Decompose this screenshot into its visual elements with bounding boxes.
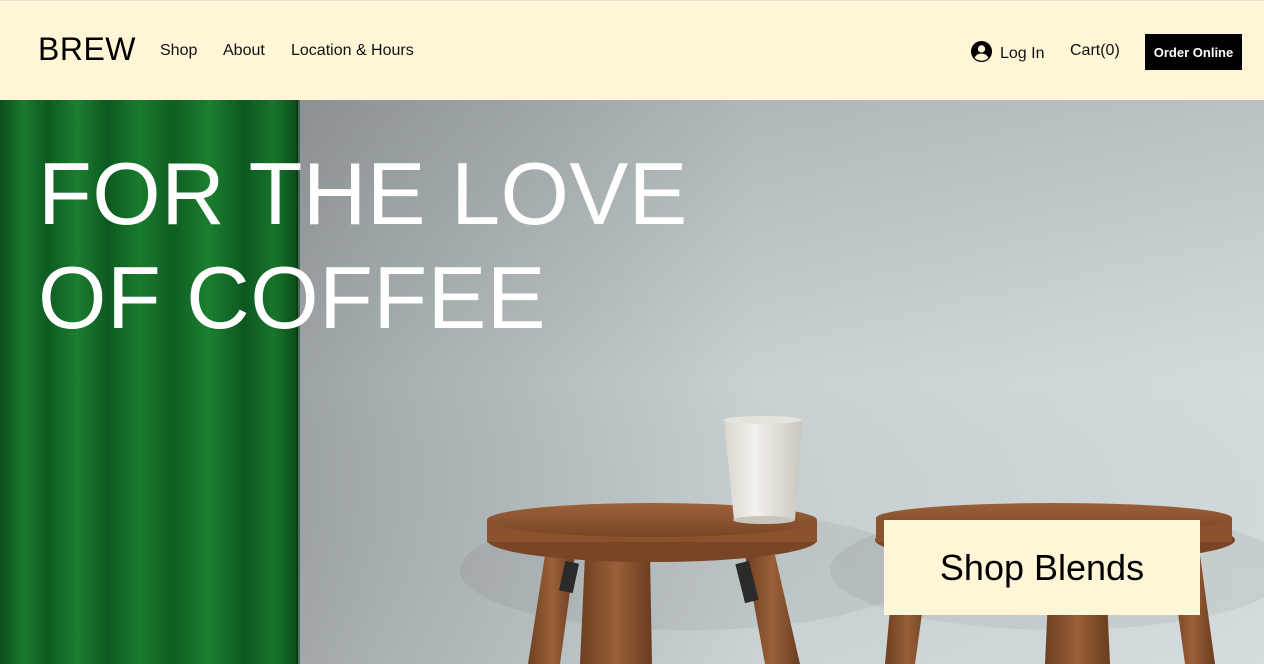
account-icon <box>970 40 993 68</box>
login-label: Log In <box>1000 45 1045 62</box>
login-link[interactable]: Log In <box>970 40 1044 68</box>
site-logo[interactable]: BREW <box>38 31 136 68</box>
cart-link[interactable]: Cart(0) <box>1070 42 1120 60</box>
hero-headline-line-2: OF COFFEE <box>38 248 547 347</box>
page: BREW Shop About Location & Hours Log In … <box>0 0 1264 664</box>
nav-link-about[interactable]: About <box>223 42 265 60</box>
hero-section: FOR THE LOVE OF COFFEE Shop Blends <box>0 100 1264 664</box>
nav-link-shop[interactable]: Shop <box>160 42 197 60</box>
site-header: BREW Shop About Location & Hours Log In … <box>0 0 1264 100</box>
hero-headline: FOR THE LOVE OF COFFEE <box>38 142 688 350</box>
nav-link-location-hours[interactable]: Location & Hours <box>291 42 414 60</box>
shop-blends-button[interactable]: Shop Blends <box>884 520 1200 615</box>
hero-headline-line-1: FOR THE LOVE <box>38 144 688 243</box>
order-online-button[interactable]: Order Online <box>1145 34 1242 70</box>
